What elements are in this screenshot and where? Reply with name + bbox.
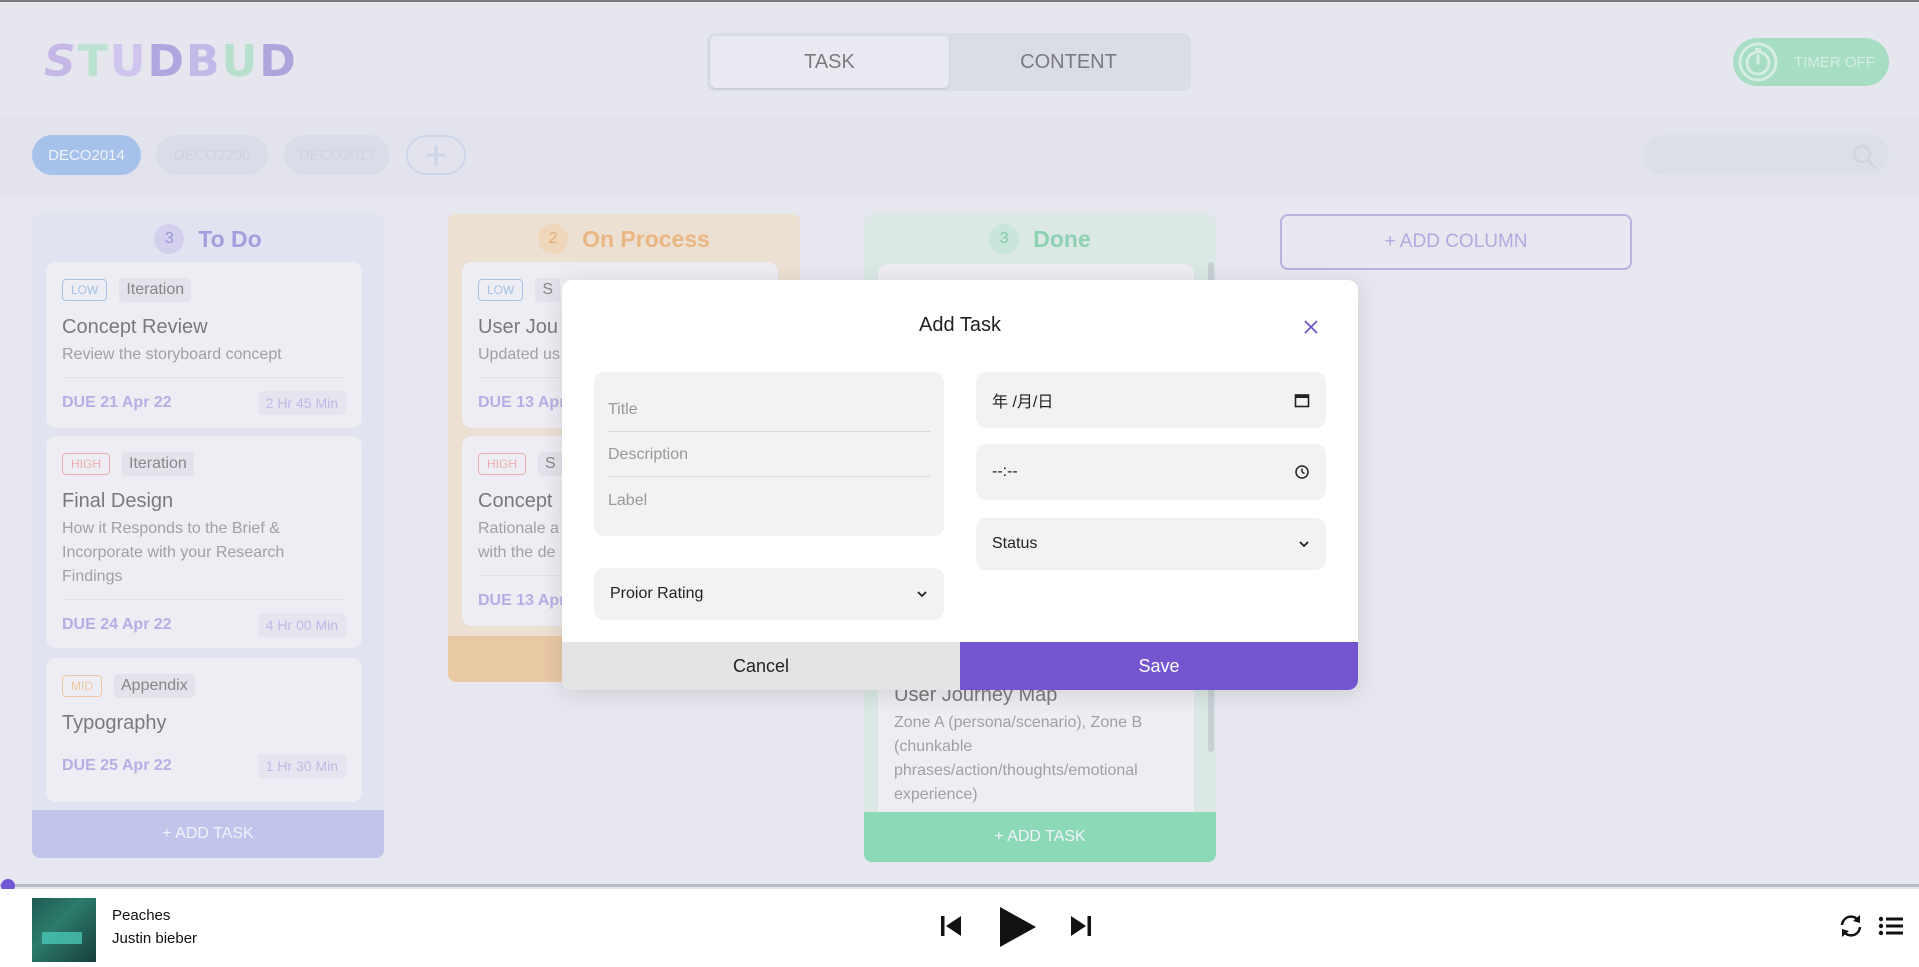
time-value: --:-- bbox=[992, 463, 1018, 480]
status-select[interactable]: Status bbox=[976, 518, 1326, 570]
next-track-button[interactable] bbox=[1068, 913, 1094, 939]
clock-icon[interactable] bbox=[1294, 464, 1310, 480]
chevron-down-icon bbox=[917, 591, 927, 598]
text-fields-group: Title Description Label bbox=[594, 372, 944, 536]
music-player: Peaches Justin bieber bbox=[0, 889, 1919, 967]
description-input[interactable]: Description bbox=[608, 432, 930, 477]
title-input[interactable]: Title bbox=[608, 372, 930, 432]
date-input[interactable]: 年 /月/日 bbox=[976, 372, 1326, 428]
playback-progress-track[interactable] bbox=[0, 884, 1919, 887]
chevron-down-icon bbox=[1299, 541, 1309, 548]
artist-name: Justin bieber bbox=[112, 930, 198, 947]
album-art bbox=[32, 898, 96, 962]
close-icon[interactable] bbox=[1300, 316, 1322, 338]
playlist-button[interactable] bbox=[1878, 913, 1904, 939]
date-value: 年 /月/日 bbox=[992, 394, 1054, 411]
calendar-icon[interactable] bbox=[1294, 392, 1310, 408]
play-button[interactable] bbox=[996, 905, 1038, 949]
repeat-icon bbox=[1840, 915, 1862, 937]
skip-forward-icon bbox=[1071, 916, 1091, 936]
time-input[interactable]: --:-- bbox=[976, 444, 1326, 500]
skip-back-icon bbox=[941, 916, 961, 936]
modal-title: Add Task bbox=[919, 314, 1001, 336]
status-value: Status bbox=[992, 535, 1038, 552]
song-title: Peaches bbox=[112, 907, 171, 924]
label-input[interactable]: Label bbox=[608, 477, 930, 522]
play-icon bbox=[1000, 907, 1036, 947]
cancel-button[interactable]: Cancel bbox=[562, 642, 960, 690]
add-task-modal: Add Task Title Description Label 年 /月/日 … bbox=[562, 280, 1358, 690]
save-button[interactable]: Save bbox=[960, 642, 1358, 690]
prior-rating-value: Proior Rating bbox=[610, 585, 704, 602]
list-icon bbox=[1878, 916, 1903, 936]
previous-track-button[interactable] bbox=[938, 913, 964, 939]
repeat-button[interactable] bbox=[1838, 913, 1864, 939]
prior-rating-select[interactable]: Proior Rating bbox=[594, 568, 944, 620]
